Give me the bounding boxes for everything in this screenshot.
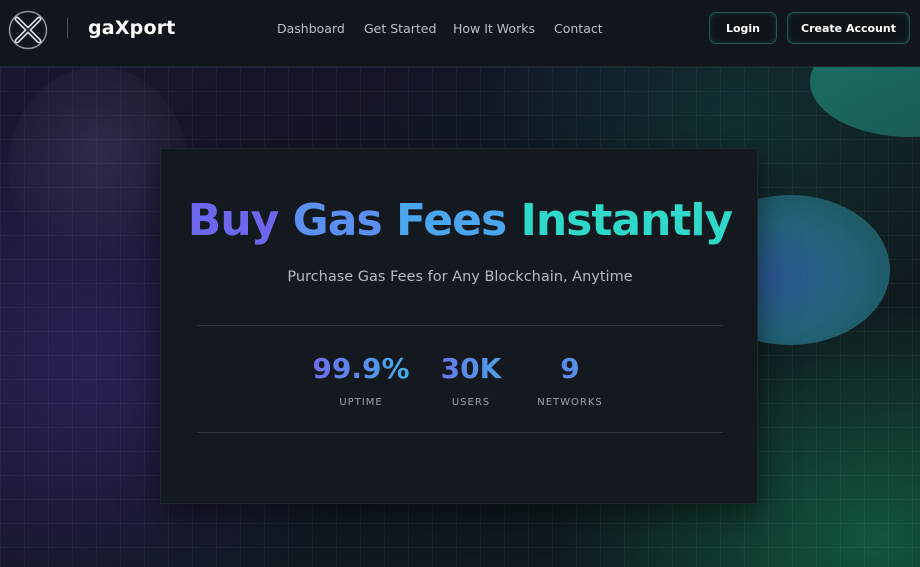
stat-label: UPTIME — [339, 397, 383, 408]
stats-bottom-divider — [197, 432, 723, 433]
hero-title: Buy Gas Fees Instantly — [161, 195, 759, 246]
hero-subtitle: Purchase Gas Fees for Any Blockchain, An… — [287, 269, 633, 285]
top-navbar: gaXport Dashboard Get Started How It Wor… — [0, 0, 920, 67]
stat-label: USERS — [451, 397, 491, 408]
nav-link-dashboard[interactable]: Dashboard — [277, 21, 345, 36]
logo-divider — [67, 18, 68, 38]
nav-link-contact[interactable]: Contact — [554, 21, 603, 36]
hero-title-word: Fees — [395, 195, 507, 246]
stat-users: 30K USERS — [416, 353, 526, 409]
nav-link-how-it-works[interactable]: How It Works — [453, 21, 535, 36]
nav-link-get-started[interactable]: Get Started — [364, 21, 436, 36]
hero-title-word: Gas — [292, 195, 383, 246]
hero-title-word: Instantly — [520, 195, 733, 246]
x-logo-icon[interactable] — [8, 10, 48, 50]
login-button[interactable]: Login — [709, 12, 777, 44]
stat-value: 99.9% — [306, 353, 416, 385]
stats-top-divider — [197, 325, 723, 326]
hero-title-word: Buy — [187, 195, 280, 246]
stat-value: 30K — [416, 353, 526, 385]
brand-name[interactable]: gaXport — [88, 17, 176, 39]
create-account-button[interactable]: Create Account — [787, 12, 910, 44]
stat-label: NETWORKS — [537, 397, 603, 408]
stat-uptime: 99.9% UPTIME — [306, 353, 416, 409]
stat-value: 9 — [515, 353, 625, 385]
hero-card: Buy Gas Fees Instantly Purchase Gas Fees… — [160, 148, 758, 504]
stat-networks: 9 NETWORKS — [515, 353, 625, 409]
